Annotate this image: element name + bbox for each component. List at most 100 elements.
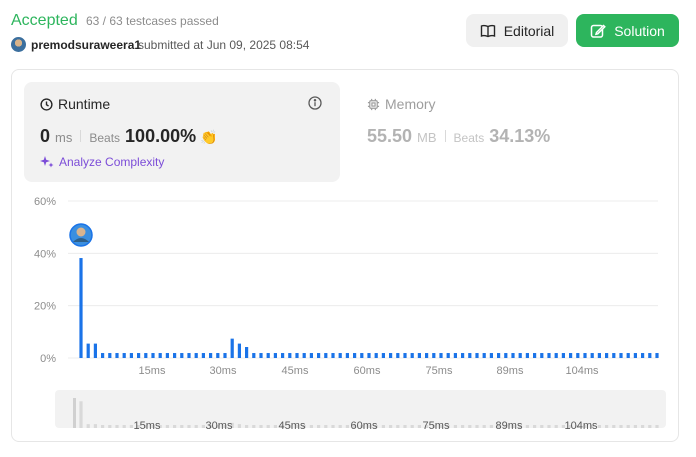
avatar[interactable] [11, 37, 26, 52]
status-accepted: Accepted [11, 12, 78, 29]
solution-label: Solution [614, 22, 665, 39]
chart-bar [461, 353, 465, 358]
chart-bar [583, 353, 587, 358]
chart-bar [209, 353, 213, 358]
chart-bar [648, 353, 652, 358]
brush-bar [389, 425, 393, 428]
brush-bar [273, 425, 277, 428]
chart-bar [605, 353, 609, 358]
chart-bar [122, 353, 126, 358]
chart-bar [626, 353, 630, 358]
brush-bar [605, 425, 609, 428]
chart-bar [237, 343, 241, 358]
chart-bar [381, 353, 385, 358]
chart-bar [525, 353, 529, 358]
chart-bar [453, 353, 457, 358]
brush-bar [410, 425, 414, 428]
brush-bar [194, 425, 198, 428]
chart-bar [655, 353, 659, 358]
chart-bar [439, 353, 443, 358]
chart-bar [324, 353, 328, 358]
chart-bar [345, 353, 349, 358]
chart-bar [86, 343, 90, 358]
chart-bar [633, 353, 637, 358]
brush-bar [403, 425, 407, 428]
brush-bar [648, 425, 652, 428]
brush-bar [489, 425, 493, 428]
brush-tick-label: 75ms [423, 420, 450, 432]
x-tick-label: 15ms [139, 365, 166, 377]
brush-tick-label: 30ms [206, 420, 233, 432]
chart-bar [446, 353, 450, 358]
chart-bar [374, 353, 378, 358]
brush-bar [309, 425, 313, 428]
brush-bar [245, 425, 249, 428]
brush-bar [317, 425, 321, 428]
chart-bar [612, 353, 616, 358]
chart-bar [597, 353, 601, 358]
chart-bar [151, 353, 155, 358]
chart-bar [245, 347, 249, 358]
solution-button[interactable]: Solution [576, 14, 679, 47]
edit-icon [590, 23, 607, 38]
chart-bar [101, 353, 105, 358]
chart-bar [144, 353, 148, 358]
chart-bar [641, 353, 645, 358]
y-tick-label: 0% [40, 353, 56, 365]
x-tick-label: 104ms [565, 365, 599, 377]
brush-bar [417, 425, 421, 428]
chart-bar [129, 353, 133, 358]
x-tick-label: 75ms [426, 365, 453, 377]
chart-bar [259, 353, 263, 358]
chart-bar [569, 353, 573, 358]
chart-bar [309, 353, 313, 358]
chart-bar [518, 353, 522, 358]
brush-bar [180, 425, 184, 428]
brush-bar [252, 425, 256, 428]
username-link[interactable]: premodsuraweera1 [31, 38, 141, 52]
chart-bar [115, 353, 119, 358]
chart-bar [187, 353, 191, 358]
brush-bar [331, 425, 335, 428]
brush-bar [396, 425, 400, 428]
testcases-count: 63 / 63 testcases passed [86, 14, 219, 28]
chart-bar [230, 338, 234, 358]
results-panel: Runtime 0 ms Beats 100.00% 👏 Analyze Com… [11, 69, 679, 442]
chart-bar [475, 353, 479, 358]
brush-bar [482, 425, 486, 428]
chart-bar [79, 258, 83, 358]
runtime-distribution-chart: 0% 20% 40% 60% 15ms 30ms 45ms 60ms 75ms 89ms 104ms… [34, 196, 659, 432]
brush-bar [165, 425, 169, 428]
x-tick-label: 60ms [354, 365, 381, 377]
x-tick-label: 45ms [282, 365, 309, 377]
brush-bar [525, 425, 529, 428]
brush-bar [461, 425, 465, 428]
chart-bar [554, 353, 558, 358]
chart-bar [158, 353, 162, 358]
brush-bar [597, 425, 601, 428]
brush-bar [129, 425, 133, 428]
chart-bar [281, 353, 285, 358]
avatar-face [76, 227, 86, 237]
chart-bar [489, 353, 493, 358]
chart-bar [353, 353, 357, 358]
chart-bar [533, 353, 537, 358]
brush-bar [122, 425, 126, 428]
submitted-time: submitted at Jun 09, 2025 08:54 [138, 38, 310, 52]
brush-handle [73, 398, 76, 428]
brush-bar [79, 401, 83, 428]
chart-bar [180, 353, 184, 358]
editorial-button[interactable]: Editorial [466, 14, 568, 47]
chart-bar [547, 353, 551, 358]
y-tick-label: 40% [34, 248, 56, 260]
chart-bar [367, 353, 371, 358]
chart-bar [590, 353, 594, 358]
chart-bar [619, 353, 623, 358]
y-tick-label: 60% [34, 196, 56, 208]
submission-header: Accepted 63 / 63 testcases passed premod… [11, 8, 679, 56]
brush-bar [619, 425, 623, 428]
chart-bar [302, 353, 306, 358]
brush-bar [475, 425, 479, 428]
brush-bar [468, 425, 472, 428]
brush-tick-label: 104ms [564, 420, 598, 432]
